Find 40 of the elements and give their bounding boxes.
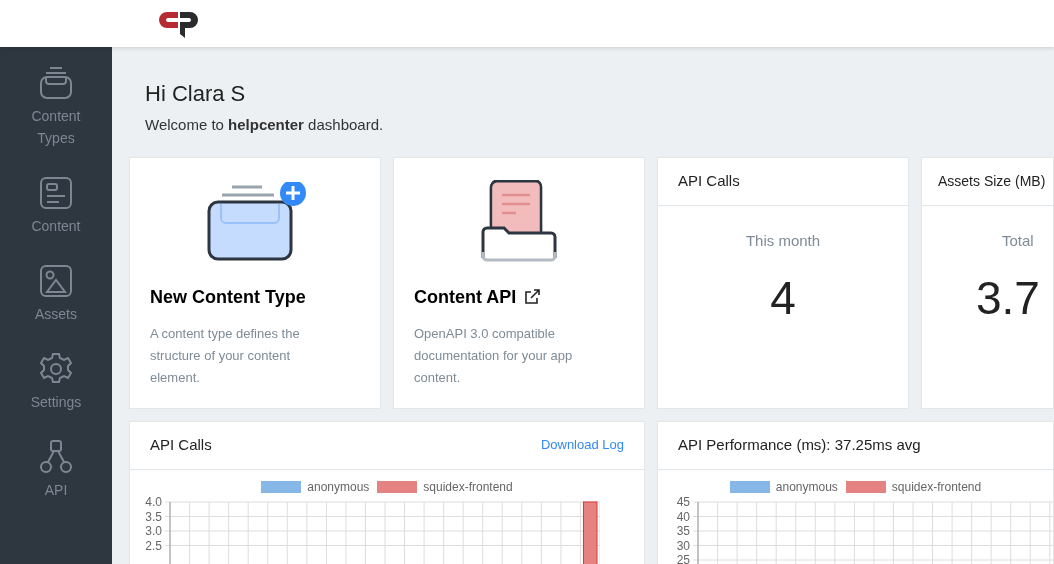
welcome-message: Welcome to helpcenter dashboard. xyxy=(144,115,385,135)
axis-tick-label: 3.5 xyxy=(145,509,162,523)
document-icon xyxy=(38,175,74,211)
card-title: New Content Type xyxy=(150,285,306,309)
card-title: API Calls xyxy=(678,170,740,191)
network-icon xyxy=(38,439,74,475)
axis-tick-label: 4.0 xyxy=(145,494,162,509)
axis-tick-label: 35 xyxy=(676,523,690,538)
sidebar-item[interactable]: Content Types xyxy=(6,65,106,149)
stat-label: Total xyxy=(1001,230,1034,251)
card-title: Content API xyxy=(414,285,517,309)
action-card[interactable]: Content API OpenAPI 3.0 compatible documentation for your app content. xyxy=(393,156,645,409)
axis-tick-label: 30 xyxy=(676,538,690,552)
card-description: A content type defines the structure of your content element. xyxy=(150,324,301,387)
tray-icon xyxy=(38,65,74,101)
stat-label: This month xyxy=(745,230,821,251)
legend-label: anonymous xyxy=(775,478,838,496)
axis-tick-label: 45 xyxy=(676,494,690,509)
sidebar-item[interactable]: API xyxy=(6,439,106,501)
stat-value: 4 xyxy=(770,271,796,326)
axis-tick-label: 40 xyxy=(676,509,690,523)
card-title: Assets Size (MB) xyxy=(938,171,1046,191)
stat-value: 3.7 xyxy=(975,271,1040,326)
chart-bar xyxy=(582,501,598,564)
panel-title: API Calls xyxy=(150,434,212,455)
legend-label: squidex-frontend xyxy=(891,478,982,496)
greeting-title: Hi Clara S xyxy=(144,80,247,108)
sidebar-item[interactable]: Assets xyxy=(6,263,106,325)
axis-tick-label: 25 xyxy=(676,552,690,564)
axis-tick-label: 2.5 xyxy=(145,538,162,552)
sidebar-item[interactable]: Settings xyxy=(6,351,106,413)
sidebar-item[interactable]: Content xyxy=(6,175,106,237)
legend-label: anonymous xyxy=(307,478,370,496)
card-description: OpenAPI 3.0 compatible documentation for your app content. xyxy=(414,324,574,387)
download-log-link[interactable]: Download Log xyxy=(540,435,624,455)
panel-title: API Performance (ms): 37.25ms avg xyxy=(678,434,921,455)
image-icon xyxy=(38,263,74,299)
action-card[interactable]: New Content Type A content type defines the structure of your content element. xyxy=(129,156,381,409)
legend-label: squidex-frontend xyxy=(423,478,513,496)
axis-tick-label: 3.0 xyxy=(145,523,162,538)
